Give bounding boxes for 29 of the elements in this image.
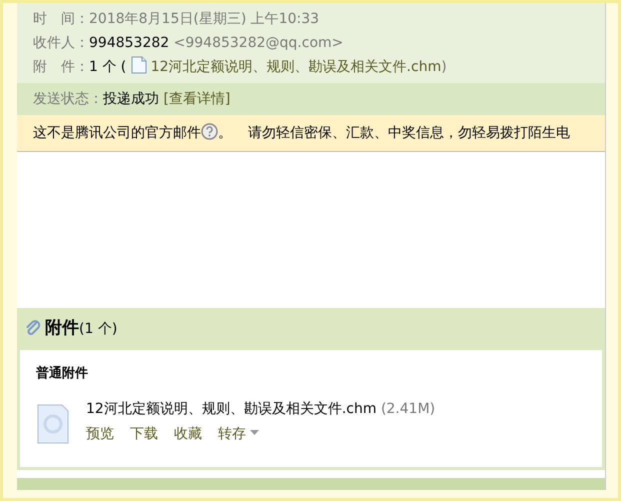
attachment-count: 1 个 ( <box>89 59 126 75</box>
file-size: (2.41M) <box>380 401 436 417</box>
closing-paren: ) <box>441 59 447 75</box>
help-icon[interactable] <box>201 123 218 140</box>
group-title: 普通附件 <box>36 364 89 382</box>
action-link[interactable]: 预览 <box>86 424 114 445</box>
details-link[interactable]: [查看详情] <box>163 91 230 107</box>
status-value: 投递成功 <box>103 91 159 107</box>
warning-advice: 请勿轻信密保、汇款、中奖信息，勿轻易拨打陌生电 <box>248 125 570 141</box>
recipient-email: <994853282@qq.com> <box>174 35 344 51</box>
file-name: 12河北定额说明、规则、勘误及相关文件.chm <box>86 401 376 417</box>
caret-icon <box>250 430 260 436</box>
attachment-count: (1 个) <box>79 321 118 337</box>
time-value: 2018年8月15日(星期三) 上午10:33 <box>89 11 320 27</box>
paperclip-icon <box>25 320 41 338</box>
field-label: 时 间： <box>33 11 89 27</box>
field-label: 附 件： <box>33 59 89 75</box>
warning-period: 。 <box>218 125 232 141</box>
action-link[interactable]: 收藏 <box>174 424 202 445</box>
field-label: 收件人： <box>33 35 89 51</box>
document-icon <box>130 56 147 74</box>
section-title: 附件 <box>45 318 79 338</box>
warning-text: 这不是腾讯公司的官方邮件 <box>33 125 201 141</box>
attachment-link[interactable]: 12河北定额说明、规则、勘误及相关文件.chm <box>130 59 442 75</box>
recipient-name: 994853282 <box>89 35 170 51</box>
action-link[interactable]: 转存 <box>218 424 260 445</box>
file-icon[interactable] <box>36 403 70 445</box>
status-label: 发送状态： <box>33 91 103 107</box>
action-link[interactable]: 下载 <box>130 424 158 445</box>
